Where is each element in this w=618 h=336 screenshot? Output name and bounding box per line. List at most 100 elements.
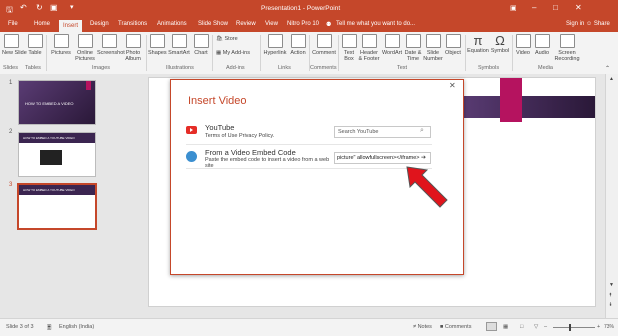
youtube-terms: Terms of Use Privacy Policy. (205, 133, 274, 139)
customize-toolbar-icon[interactable]: ▾ (70, 3, 74, 11)
equation-button[interactable]: π Equation (467, 34, 489, 55)
comment-button[interactable]: Comment (311, 34, 337, 56)
group-images: Images (92, 65, 111, 71)
tab-view[interactable]: View (265, 21, 278, 27)
slide-number-button[interactable]: Slide Number (423, 34, 443, 62)
tab-nitro-pro[interactable]: Nitro Pro 10 (287, 21, 319, 27)
pictures-button[interactable]: Pictures (49, 34, 73, 56)
youtube-search-placeholder: Search YouTube (338, 129, 379, 135)
text-box-button[interactable]: Text Box (341, 34, 357, 62)
undo-icon[interactable]: ↶ (20, 3, 27, 12)
symbol-button[interactable]: Ω Symbol (490, 34, 510, 55)
comments-icon: ■ (440, 324, 444, 330)
tab-review[interactable]: Review (236, 21, 256, 27)
comments-label: Comments (444, 324, 472, 330)
close-window-icon[interactable]: ✕ (575, 3, 582, 12)
table-button[interactable]: Table (26, 34, 44, 56)
spell-check-icon[interactable]: 🗏 (47, 324, 51, 333)
minimize-icon[interactable]: – (532, 3, 536, 12)
header-footer-button[interactable]: Header & Footer (358, 34, 380, 62)
tab-slide-show[interactable]: Slide Show (198, 21, 228, 27)
tab-animations[interactable]: Animations (157, 21, 187, 27)
redo-icon[interactable]: ↻ (36, 3, 43, 12)
action-button[interactable]: Action (288, 34, 308, 56)
terms-link[interactable]: Terms of Use (205, 133, 237, 139)
shapes-button[interactable]: Shapes (148, 34, 167, 56)
zoom-in-icon[interactable]: + (597, 324, 600, 330)
reading-view-icon[interactable]: □ (520, 324, 523, 330)
embed-code-input[interactable]: picture" allowfullscreen></iframe> ➔ (334, 152, 431, 164)
store-button[interactable]: 🛍 Store (216, 36, 238, 42)
slide-sorter-icon[interactable]: ▦ (503, 324, 508, 330)
vertical-scrollbar[interactable]: ▲ ▼ ⯭ ⯯ (605, 74, 618, 318)
group-comments: Comments (310, 65, 337, 71)
video-button[interactable]: Video (514, 34, 532, 56)
slide-thumbnail-2[interactable]: HOW TO EMBED A YOUTUBE VIDEO (18, 132, 96, 177)
zoom-level[interactable]: 73% (604, 324, 614, 330)
my-add-ins-label: My Add-ins (222, 50, 250, 56)
my-add-ins-button[interactable]: ▦ My Add-ins (216, 50, 250, 56)
tab-design[interactable]: Design (90, 21, 109, 27)
smartart-label: SmartArt (168, 50, 190, 56)
hyperlink-icon (267, 34, 283, 48)
new-slide-label: New Slide (2, 50, 27, 56)
save-icon[interactable]: 🖫 (6, 4, 13, 18)
online-pictures-label: Online Pictures (75, 50, 95, 62)
ribbon-tabs: File Home Insert Design Transitions Anim… (0, 19, 618, 32)
group-media: Media (538, 65, 553, 71)
ribbon-display-options-icon[interactable]: ▣ (510, 4, 517, 12)
tab-transitions[interactable]: Transitions (118, 21, 147, 27)
scroll-down-icon[interactable]: ▼ (609, 282, 614, 288)
zoom-slider[interactable] (553, 324, 595, 331)
smartart-button[interactable]: SmartArt (167, 34, 191, 56)
comments-button[interactable]: ■ Comments (440, 324, 471, 330)
separator (512, 35, 513, 71)
notes-button[interactable]: ≠ Notes (413, 324, 432, 330)
object-button[interactable]: Object (444, 34, 462, 56)
screenshot-button[interactable]: Screenshot (97, 34, 125, 56)
maximize-icon[interactable]: □ (553, 3, 558, 12)
slide-thumbnail-3[interactable]: HOW TO EMBED A YOUTUBE VIDEO (17, 183, 97, 230)
next-slide-icon[interactable]: ⯯ (609, 302, 612, 308)
add-ins-icon: ▦ (216, 50, 222, 56)
insert-arrow-icon[interactable]: ➔ (421, 154, 427, 161)
new-slide-button[interactable]: New Slide (2, 34, 27, 56)
start-from-beginning-icon[interactable]: ▣ (50, 3, 58, 12)
store-label: Store (224, 36, 238, 42)
magenta-accent (86, 81, 91, 90)
slide-count: Slide 3 of 3 (6, 324, 34, 330)
scroll-up-icon[interactable]: ▲ (609, 76, 614, 82)
video-thumbnail-image (40, 150, 62, 165)
zoom-slider-thumb[interactable] (569, 324, 571, 331)
slide-thumbnail-1[interactable]: HOW TO EMBED A VIDEO (18, 80, 96, 125)
close-dialog-icon[interactable]: ✕ (449, 81, 456, 90)
tell-me-search[interactable]: Tell me what you want to do... (336, 21, 415, 27)
screen-recording-button[interactable]: Screen Recording (552, 34, 582, 62)
audio-button[interactable]: Audio (533, 34, 551, 56)
hyperlink-button[interactable]: Hyperlink (263, 34, 287, 56)
slideshow-icon[interactable]: ▽ (534, 324, 538, 330)
tab-file[interactable]: File (8, 21, 18, 27)
pictures-icon (53, 34, 69, 48)
dialog-title: Insert Video (188, 95, 247, 107)
privacy-link[interactable]: Privacy Policy. (239, 133, 274, 139)
collapse-ribbon-icon[interactable]: ⌃ (605, 65, 610, 72)
date-time-button[interactable]: Date & Time (404, 34, 422, 62)
online-pictures-button[interactable]: Online Pictures (74, 34, 96, 62)
share-button[interactable]: ☺ Share (586, 21, 610, 27)
tab-home[interactable]: Home (34, 21, 50, 27)
normal-view-icon[interactable] (486, 322, 497, 331)
previous-slide-icon[interactable]: ⯭ (609, 292, 612, 298)
wordart-icon (384, 34, 400, 48)
wordart-button[interactable]: WordArt (381, 34, 403, 56)
chart-button[interactable]: Chart (192, 34, 210, 56)
chart-label: Chart (194, 50, 208, 56)
equation-label: Equation (467, 48, 489, 54)
sign-in-link[interactable]: Sign in (566, 21, 584, 27)
youtube-search-input[interactable]: Search YouTube ⌕ (334, 126, 431, 138)
photo-album-button[interactable]: Photo Album (122, 34, 144, 62)
zoom-out-icon[interactable]: – (544, 324, 547, 330)
language-indicator[interactable]: English (India) (59, 324, 94, 330)
search-icon[interactable]: ⌕ (420, 127, 424, 135)
tab-insert[interactable]: Insert (59, 20, 83, 32)
